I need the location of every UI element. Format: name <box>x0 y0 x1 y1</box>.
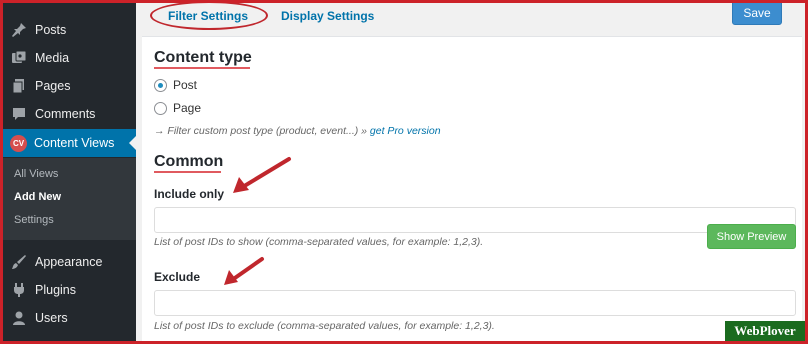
sidebar-item-label: Plugins <box>35 283 76 297</box>
cv-badge-icon: CV <box>10 134 27 152</box>
exclude-label: Exclude <box>154 270 201 284</box>
radio-post-control[interactable] <box>154 78 167 92</box>
users-icon <box>13 311 25 325</box>
radio-page[interactable]: Page <box>154 101 201 115</box>
include-only-input[interactable] <box>154 207 796 233</box>
sidebar-item-label: Pages <box>35 79 71 93</box>
sidebar-item-content-views[interactable]: CV Content Views <box>0 129 136 157</box>
radio-page-label: Page <box>173 101 202 115</box>
settings-tabs: Filter Settings Display Settings Save <box>148 0 788 36</box>
radio-page-control[interactable] <box>154 101 167 115</box>
filter-settings-panel: Content type Post Page → Filter custom p… <box>142 36 802 345</box>
sidebar-item-label: Media <box>35 51 70 65</box>
heading-underline <box>154 171 221 173</box>
sidebar-item-label: Posts <box>35 23 67 37</box>
hint-text: → Filter custom post type (product, even… <box>154 125 367 137</box>
comments-icon <box>13 108 25 120</box>
sidebar-item-label: Appearance <box>35 255 103 269</box>
submenu-item-settings[interactable]: Settings <box>14 214 54 226</box>
show-preview-button[interactable]: Show Preview <box>707 224 796 249</box>
sidebar-item-users[interactable]: Users <box>0 304 136 332</box>
plugin-icon <box>14 283 24 297</box>
admin-sidebar: Posts Media Pages Comments CV Content Vi… <box>0 0 136 344</box>
pin-icon <box>12 23 26 37</box>
sidebar-item-pages[interactable]: Pages <box>0 72 136 100</box>
tab-display-settings[interactable]: Display Settings <box>281 9 374 23</box>
common-heading: Common <box>154 153 224 173</box>
radio-post[interactable]: Post <box>154 78 197 92</box>
pages-icon <box>12 79 24 94</box>
tab-filter-settings[interactable]: Filter Settings <box>168 9 248 23</box>
sidebar-item-label: Content Views <box>34 136 115 150</box>
heading-underline <box>154 67 250 69</box>
content-views-submenu: All Views Add New Settings <box>0 158 136 240</box>
brush-icon <box>12 255 26 269</box>
arrow-annotation-icon <box>224 257 264 285</box>
submenu-item-all-views[interactable]: All Views <box>14 168 58 180</box>
content-type-heading: Content type <box>154 49 252 69</box>
radio-selected-dot <box>158 82 163 88</box>
arrow-annotation-icon <box>233 157 291 193</box>
include-only-hint: List of post IDs to show (comma-separate… <box>154 236 484 248</box>
sidebar-item-label: Comments <box>35 107 96 121</box>
include-only-label: Include only <box>154 187 225 201</box>
main-content: Filter Settings Display Settings Save Co… <box>136 0 808 345</box>
media-icon <box>12 50 27 63</box>
radio-post-label: Post <box>173 78 198 92</box>
sidebar-item-appearance[interactable]: Appearance <box>0 248 136 276</box>
get-pro-link[interactable]: get Pro version <box>370 125 441 137</box>
exclude-input[interactable] <box>154 290 796 316</box>
sidebar-item-plugins[interactable]: Plugins <box>0 276 136 304</box>
content-type-heading-text: Content type <box>154 49 252 66</box>
common-heading-text: Common <box>154 153 224 170</box>
webplover-watermark: WebPlover <box>725 321 805 341</box>
submenu-item-add-new[interactable]: Add New <box>14 191 61 203</box>
exclude-hint: List of post IDs to exclude (comma-separ… <box>154 320 495 332</box>
sidebar-item-comments[interactable]: Comments <box>0 100 136 128</box>
sidebar-item-posts[interactable]: Posts <box>0 16 136 44</box>
sidebar-item-media[interactable]: Media <box>0 44 136 72</box>
custom-post-type-hint: → Filter custom post type (product, even… <box>154 125 441 137</box>
save-button[interactable]: Save <box>732 0 782 25</box>
sidebar-item-label: Users <box>35 311 68 325</box>
